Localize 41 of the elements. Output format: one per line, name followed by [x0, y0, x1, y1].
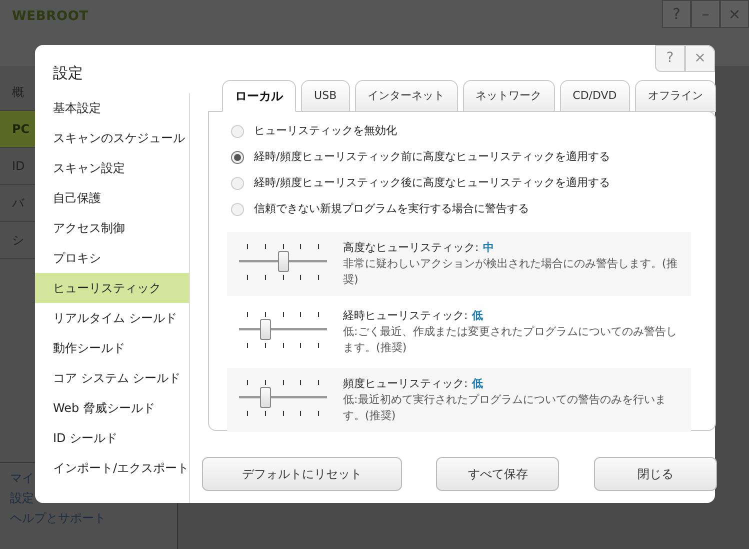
sidebar-item[interactable]: 動作シールド [35, 333, 190, 363]
radio-label: 経時/頻度ヒューリスティック前に高度なヒューリスティックを適用する [254, 148, 610, 165]
sidebar-item[interactable]: リアルタイム シールド [35, 303, 190, 333]
heuristic-description: 低:ごく最近、作成または変更されたプログラムについてのみ警告します。(推奨) [343, 324, 678, 356]
heuristic-level: 中 [482, 240, 494, 256]
radio-label: 経時/頻度ヒューリスティック後に高度なヒューリスティックを適用する [254, 174, 610, 191]
tab[interactable]: USB [301, 80, 350, 112]
heuristic-level: 低 [472, 376, 483, 392]
tab[interactable]: CD/DVD [560, 80, 630, 112]
radio-label: 信頼できない新規プログラムを実行する場合に警告する [254, 200, 530, 217]
heuristic-title: 経時ヒューリスティック: [343, 308, 468, 324]
sidebar-item[interactable]: 基本設定 [35, 93, 190, 123]
radio-button[interactable] [231, 150, 244, 164]
sidebar-item[interactable]: ヒューリスティック [35, 273, 190, 303]
sidebar-item[interactable]: インポート/エクスポート [35, 453, 190, 483]
sidebar-item[interactable]: コア システム シールド [35, 363, 190, 393]
sidebar-item[interactable]: ID シールド [35, 423, 190, 453]
heuristic-description: 低:最近初めて実行されたプログラムについての警告のみを行います。(推奨) [343, 392, 667, 424]
radio-label: ヒューリスティックを無効化 [254, 122, 398, 139]
sidebar-item[interactable]: スキャン設定 [35, 153, 190, 183]
dialog-button[interactable]: 閉じる [594, 457, 717, 491]
heuristic-description: 非常に疑わしいアクションが検出された場合にのみ警告します。(推奨) [343, 256, 678, 288]
brand-name: WEBROOT [12, 10, 88, 23]
dialog-button[interactable]: デフォルトにリセット [202, 457, 402, 491]
sidebar-item[interactable]: アクセス制御 [35, 213, 190, 243]
heuristic-level: 低 [472, 308, 483, 324]
heuristic-title: 高度なヒューリスティック: [343, 240, 479, 256]
tab[interactable]: インターネット [354, 80, 458, 112]
sidebar-item[interactable]: Web 脅威シールド [35, 393, 190, 423]
dialog-button[interactable]: すべて保存 [436, 457, 560, 491]
radio-button[interactable] [231, 202, 244, 216]
radio-button[interactable] [231, 176, 244, 190]
heuristic-title: 頻度ヒューリスティック: [343, 376, 468, 392]
dialog-title: 設定 [53, 63, 83, 84]
sidebar-item[interactable]: スキャンのスケジュール [35, 123, 190, 153]
radio-button[interactable] [231, 124, 244, 138]
tab[interactable]: ローカル [222, 80, 296, 112]
tab[interactable]: ネットワーク [462, 80, 555, 112]
tab[interactable]: オフライン [634, 80, 716, 112]
sidebar-item[interactable]: 自己保護 [35, 183, 190, 213]
sidebar-item[interactable]: プロキシ [35, 243, 190, 273]
